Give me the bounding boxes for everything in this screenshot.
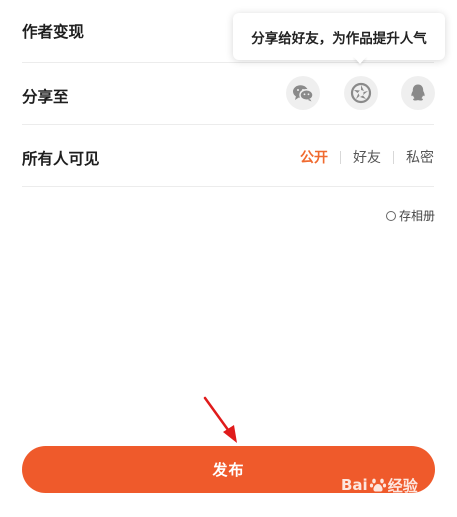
monetize-label: 作者变现 (22, 23, 85, 41)
visibility-divider (340, 150, 341, 164)
baidu-paw-icon (369, 478, 386, 492)
tooltip-text: 分享给好友，为作品提升人气 (251, 30, 427, 47)
share-moments-button[interactable] (344, 76, 378, 110)
share-label: 分享至 (22, 88, 69, 106)
visibility-divider (393, 150, 394, 164)
visibility-label: 所有人可见 (22, 150, 100, 168)
visibility-options: 公开 好友 私密 (300, 147, 434, 167)
share-tooltip: 分享给好友，为作品提升人气 (233, 13, 445, 60)
moments-icon (350, 82, 372, 104)
publish-label: 发布 (212, 461, 245, 479)
visibility-option-public[interactable]: 公开 (300, 147, 328, 167)
save-album-label: 存相册 (398, 209, 435, 223)
watermark-right: 经验 (387, 476, 418, 495)
share-wechat-button[interactable] (286, 76, 320, 110)
save-album-toggle[interactable]: 存相册 (385, 207, 435, 224)
visibility-option-private[interactable]: 私密 (406, 147, 434, 167)
baidu-jingyan-watermark: Bai 经验 (341, 470, 455, 500)
row-share-to: 分享至 (22, 63, 435, 125)
radio-circle-icon (385, 210, 396, 221)
watermark-left: Bai (341, 476, 368, 494)
tooltip-arrow (353, 56, 367, 64)
qq-icon (411, 84, 425, 101)
red-arrow-annotation (203, 396, 237, 443)
row-visibility: 所有人可见 公开 好友 私密 (22, 125, 434, 187)
wechat-icon (293, 85, 314, 102)
visibility-option-friends[interactable]: 好友 (353, 147, 381, 167)
share-qq-button[interactable] (401, 76, 435, 110)
